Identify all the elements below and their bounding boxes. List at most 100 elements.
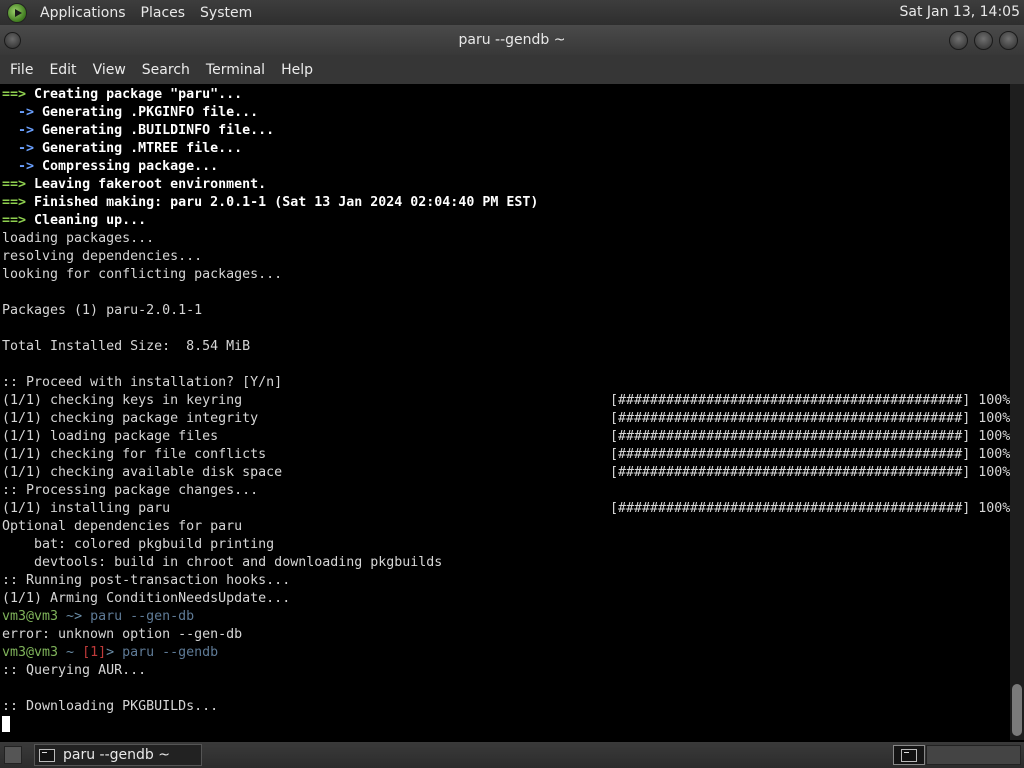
prompt-command: paru --gendb (122, 645, 219, 660)
terminal-line: (1/1) Arming ConditionNeedsUpdate... (2, 590, 1010, 608)
terminal-line: ==> Creating package "paru"... (2, 86, 1010, 104)
terminal-line: -> Generating .PKGINFO file... (2, 104, 1010, 122)
taskbar-window-button[interactable]: paru --gendb ~ (34, 744, 202, 766)
terminal-line: ==> Leaving fakeroot environment. (2, 176, 1010, 194)
line-text: (1/1) installing paru (2, 501, 171, 516)
terminal-scrollbar[interactable] (1010, 84, 1024, 740)
terminal-icon (901, 748, 917, 762)
progress-bar-text: [#######################################… (610, 465, 1010, 480)
terminal-line: :: Querying AUR... (2, 662, 1010, 680)
line-arrow: -> (2, 159, 43, 174)
bottom-panel: paru --gendb ~ (0, 742, 1024, 768)
terminal-line: -> Compressing package... (2, 158, 1010, 176)
terminal-output[interactable]: ==> Creating package "paru"... -> Genera… (0, 84, 1010, 740)
line-text: Creating package "paru"... (34, 87, 243, 102)
scrollbar-thumb[interactable] (1012, 684, 1022, 736)
prompt-path: ~ (58, 609, 75, 624)
terminal-line: -> Generating .BUILDINFO file... (2, 122, 1010, 140)
line-text: devtools: build in chroot and downloadin… (2, 555, 443, 570)
progress-bar-text: [#######################################… (610, 501, 1010, 516)
line-text: (1/1) checking keys in keyring (2, 393, 243, 408)
window-titlebar[interactable]: paru --gendb ~ (0, 25, 1024, 55)
terminal-icon (39, 748, 55, 762)
terminal-line: loading packages... (2, 230, 1010, 248)
terminal-line: :: Processing package changes... (2, 482, 1010, 500)
show-desktop-icon[interactable] (4, 746, 22, 764)
terminal-line: (1/1) installing paru [##################… (2, 500, 1010, 518)
minimize-icon[interactable] (949, 31, 968, 50)
terminal-line (2, 716, 1010, 734)
panel-clock[interactable]: Sat Jan 13, 14:05 (900, 4, 1021, 20)
menu-system[interactable]: System (193, 5, 260, 21)
terminal-line: bat: colored pkgbuild printing (2, 536, 1010, 554)
menu-help[interactable]: Help (273, 62, 321, 78)
prompt-user: vm3@vm3 (2, 645, 59, 660)
line-text: :: Processing package changes... (2, 483, 259, 498)
window-title: paru --gendb ~ (458, 32, 566, 48)
line-text: (1/1) checking for file conflicts (2, 447, 267, 462)
terminal-line: resolving dependencies... (2, 248, 1010, 266)
line-text: Compressing package... (42, 159, 219, 174)
terminal-line: vm3@vm3 ~ [1]> paru --gendb (2, 644, 1010, 662)
menubar: File Edit View Search Terminal Help (0, 55, 1024, 84)
workspace-2[interactable] (926, 745, 1021, 765)
line-text: error: unknown option --gen-db (2, 627, 243, 642)
prompt-path: ~ (58, 645, 83, 660)
progress-bar-text: [#######################################… (610, 393, 1010, 408)
close-icon[interactable] (999, 31, 1018, 50)
menu-terminal[interactable]: Terminal (198, 62, 273, 78)
menu-file[interactable]: File (2, 62, 41, 78)
line-arrow: -> (2, 123, 43, 138)
taskbar-window-label: paru --gendb ~ (63, 747, 170, 763)
terminal-line: (1/1) checking available disk space [####… (2, 464, 1010, 482)
line-text: :: Running post-transaction hooks... (2, 573, 291, 588)
terminal-line: Packages (1) paru-2.0.1-1 (2, 302, 1010, 320)
terminal-line: ==> Finished making: paru 2.0.1-1 (Sat 1… (2, 194, 1010, 212)
line-text: Packages (1) paru-2.0.1-1 (2, 303, 203, 318)
top-panel: Applications Places System Sat Jan 13, 1… (0, 0, 1024, 25)
line-text: Total Installed Size: 8.54 MiB (2, 339, 251, 354)
line-text: :: Downloading PKGBUILDs... (2, 699, 219, 714)
line-text: Generating .MTREE file... (42, 141, 243, 156)
terminal-line: (1/1) checking package integrity [#######… (2, 410, 1010, 428)
terminal-line: error: unknown option --gen-db (2, 626, 1010, 644)
distro-logo-icon[interactable] (7, 2, 27, 23)
terminal-cursor (2, 716, 10, 732)
maximize-icon[interactable] (974, 31, 993, 50)
progress-bar-text: [#######################################… (610, 447, 1010, 462)
terminal-line: (1/1) checking keys in keyring [#########… (2, 392, 1010, 410)
menu-places[interactable]: Places (134, 5, 194, 21)
line-text: Generating .BUILDINFO file... (42, 123, 275, 138)
line-text: Finished making: paru 2.0.1-1 (Sat 13 Ja… (34, 195, 539, 210)
terminal-line: (1/1) checking for file conflicts [######… (2, 446, 1010, 464)
line-text: Generating .PKGINFO file... (42, 105, 259, 120)
line-arrow: ==> (2, 213, 35, 228)
terminal-line: devtools: build in chroot and downloadin… (2, 554, 1010, 572)
menu-view[interactable]: View (85, 62, 134, 78)
terminal-line: vm3@vm3 ~> paru --gen-db (2, 608, 1010, 626)
menu-applications[interactable]: Applications (33, 5, 134, 21)
terminal-line: (1/1) loading package files [############… (2, 428, 1010, 446)
line-text: (1/1) Arming ConditionNeedsUpdate... (2, 591, 291, 606)
line-arrow: ==> (2, 87, 35, 102)
menu-search[interactable]: Search (134, 62, 198, 78)
line-text: (1/1) checking available disk space (2, 465, 283, 480)
line-text: (1/1) checking package integrity (2, 411, 259, 426)
line-text: resolving dependencies... (2, 249, 203, 264)
line-text: Cleaning up... (34, 213, 147, 228)
prompt-command: paru --gen-db (90, 609, 195, 624)
window-menu-icon[interactable] (4, 32, 21, 49)
line-text: Optional dependencies for paru (2, 519, 243, 534)
line-text: :: Querying AUR... (2, 663, 147, 678)
line-arrow: ==> (2, 195, 35, 210)
menu-edit[interactable]: Edit (41, 62, 84, 78)
line-text: Leaving fakeroot environment. (34, 177, 267, 192)
line-text: (1/1) loading package files (2, 429, 219, 444)
terminal-line: Optional dependencies for paru (2, 518, 1010, 536)
line-text: bat: colored pkgbuild printing (2, 537, 275, 552)
workspace-1[interactable] (893, 745, 925, 765)
prompt-user: vm3@vm3 (2, 609, 59, 624)
terminal-line: ==> Cleaning up... (2, 212, 1010, 230)
